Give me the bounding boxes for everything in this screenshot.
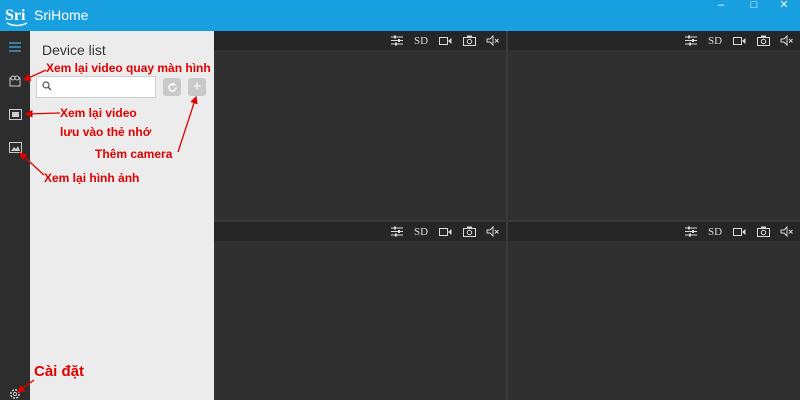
mute-icon[interactable] (486, 225, 500, 238)
maximize-button[interactable]: □ (739, 0, 769, 12)
record-icon[interactable] (438, 225, 452, 238)
add-camera-button[interactable]: + (188, 78, 206, 96)
annotation-images: Xem lại hình ảnh (44, 171, 140, 185)
tile-toolbar: SD (508, 31, 800, 50)
card-video-playback-button[interactable] (7, 106, 23, 122)
record-icon[interactable] (732, 225, 746, 238)
tile-toolbar: SD (508, 222, 800, 241)
camera-icon[interactable] (756, 34, 770, 47)
record-icon[interactable] (438, 34, 452, 47)
search-input[interactable] (55, 79, 153, 95)
annotation-card-video-line1: Xem lại video (60, 106, 137, 120)
gear-icon (10, 389, 20, 399)
srihome-logo-icon: Sri (5, 7, 28, 27)
settings-sliders-icon[interactable] (390, 34, 404, 47)
film-icon (8, 108, 22, 120)
screen-recording-playback-button[interactable] (7, 73, 23, 89)
list-icon (9, 42, 21, 52)
mute-icon[interactable] (486, 34, 500, 47)
svg-text:Sri: Sri (5, 7, 26, 24)
tile-toolbar: SD (214, 222, 506, 241)
quality-toggle[interactable]: SD (413, 225, 429, 238)
refresh-icon (167, 82, 177, 92)
image-playback-button[interactable] (7, 139, 23, 155)
search-box[interactable] (36, 76, 156, 98)
video-tile[interactable]: SD (508, 31, 800, 220)
app-window: Sri SriHome – □ ✕ Device list + SD SD SD… (0, 0, 800, 400)
minimize-button[interactable]: – (706, 0, 736, 12)
mute-icon[interactable] (780, 225, 794, 238)
device-list-title: Device list (42, 42, 106, 58)
sidebar-rail (0, 31, 30, 400)
camera-icon[interactable] (462, 225, 476, 238)
close-button[interactable]: ✕ (769, 0, 799, 12)
video-tile[interactable]: SD (214, 222, 506, 400)
video-tile[interactable]: SD (214, 31, 506, 220)
video-tile[interactable]: SD (508, 222, 800, 400)
video-grid: SD SD SD SD (214, 31, 800, 400)
camera-icon[interactable] (462, 34, 476, 47)
settings-sliders-icon[interactable] (684, 34, 698, 47)
annotation-add-camera: Thêm camera (95, 147, 173, 161)
quality-toggle[interactable]: SD (413, 34, 429, 47)
annotation-screen-recording: Xem lại video quay màn hình (46, 61, 211, 75)
search-icon (42, 81, 52, 91)
image-icon (8, 141, 22, 153)
device-list-button[interactable] (7, 39, 23, 55)
annotation-settings: Cài đặt (34, 363, 85, 380)
record-icon[interactable] (732, 34, 746, 47)
refresh-button[interactable] (163, 78, 181, 96)
quality-toggle[interactable]: SD (707, 34, 723, 47)
mute-icon[interactable] (780, 34, 794, 47)
tile-toolbar: SD (214, 31, 506, 50)
settings-button[interactable] (7, 386, 23, 400)
device-list-panel: Device list + (30, 31, 214, 400)
title-bar: Sri SriHome – □ ✕ (0, 0, 800, 31)
settings-sliders-icon[interactable] (684, 225, 698, 238)
annotation-card-video-line2: lưu vào thẻ nhớ (60, 125, 152, 139)
quality-toggle[interactable]: SD (707, 225, 723, 238)
settings-sliders-icon[interactable] (390, 225, 404, 238)
recording-icon (9, 75, 20, 87)
app-title: SriHome (34, 7, 89, 23)
camera-icon[interactable] (756, 225, 770, 238)
